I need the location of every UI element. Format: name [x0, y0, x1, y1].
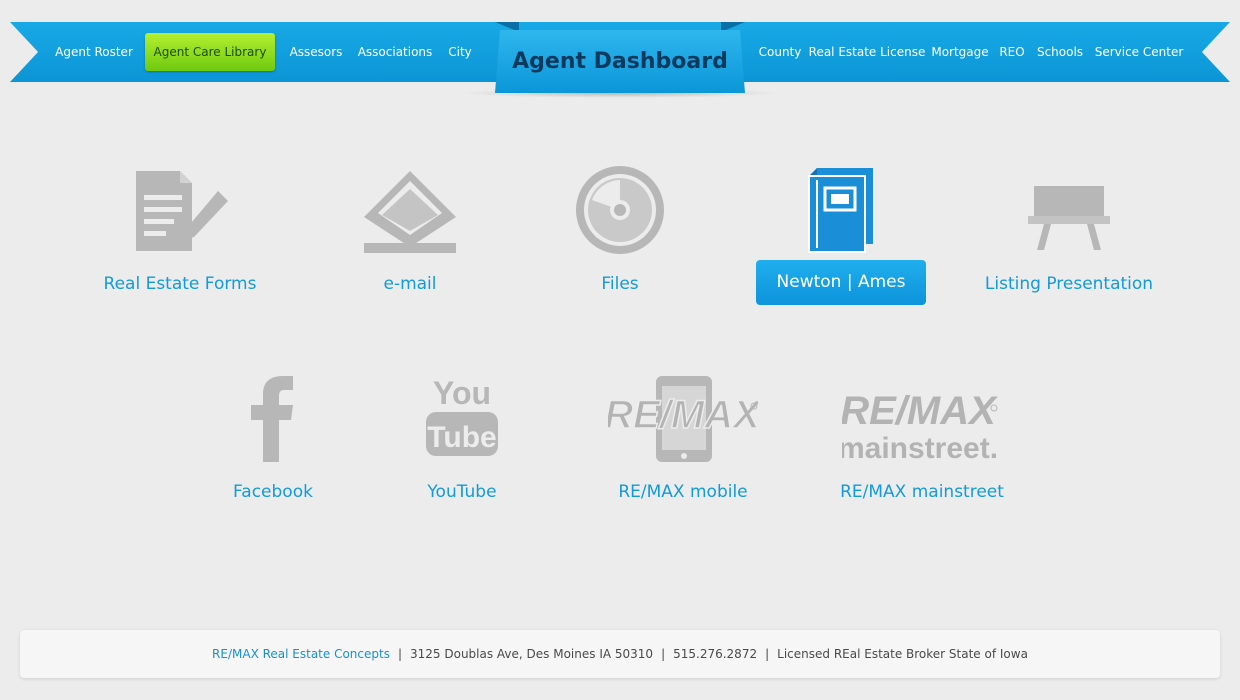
tile-listing-presentation[interactable]: Listing Presentation	[969, 162, 1169, 322]
tile-facebook[interactable]: Facebook	[173, 370, 373, 530]
tile-label: Real Estate Forms	[103, 274, 257, 294]
tile-label: YouTube	[427, 482, 497, 502]
tile-files[interactable]: Files	[520, 162, 720, 322]
document-edit-icon	[100, 162, 260, 258]
tile-label: Listing Presentation	[984, 274, 1154, 294]
footer-separator: |	[661, 647, 666, 661]
footer-separator: |	[765, 647, 770, 661]
nav-service-center[interactable]: Service Center	[1095, 42, 1184, 62]
remax-logo-text: RE/MAX	[608, 393, 758, 437]
nav-city[interactable]: City	[448, 42, 472, 62]
tile-label: Files	[601, 274, 639, 294]
facebook-icon	[193, 370, 353, 466]
footer-brand-link[interactable]: RE/MAX Real Estate Concepts	[212, 647, 390, 661]
youtube-logo-text-you: You	[433, 375, 491, 411]
tile-label: RE/MAX mainstreet	[840, 482, 1004, 502]
nav-county[interactable]: County	[759, 42, 802, 62]
footer-license: Licensed REal Estate Broker State of Iow…	[777, 647, 1028, 661]
tile-label: Facebook	[233, 482, 313, 502]
tile-label: Newton | Ames	[756, 260, 926, 305]
footer-address: 3125 Doublas Ave, Des Moines IA 50310	[410, 647, 654, 661]
disc-icon	[540, 162, 700, 258]
youtube-icon: You Tube	[382, 370, 542, 466]
tile-real-estate-forms[interactable]: Real Estate Forms	[80, 162, 280, 322]
book-icon	[761, 162, 921, 258]
nav-schools[interactable]: Schools	[1037, 42, 1083, 62]
tile-remax-mobile[interactable]: RE/MAX RE/MAX mobile	[583, 370, 783, 530]
tile-remax-mainstreet[interactable]: RE/MAX mainstreet. RE/MAX mainstreet	[822, 370, 1022, 530]
remax-mainstreet-icon: RE/MAX mainstreet.	[842, 370, 1002, 466]
tile-youtube[interactable]: You Tube YouTube	[362, 370, 562, 530]
nav-reo[interactable]: REO	[999, 42, 1024, 62]
remax-mobile-icon: RE/MAX	[603, 370, 763, 466]
nav-associations[interactable]: Associations	[358, 42, 433, 62]
nav-agent-roster[interactable]: Agent Roster	[55, 42, 133, 62]
tile-newton-ames[interactable]: Newton | Ames	[741, 162, 941, 322]
footer-phone: 515.276.2872	[673, 647, 758, 661]
remax-logo-text: RE/MAX	[842, 389, 998, 433]
tile-label: RE/MAX mobile	[618, 482, 748, 502]
footer: RE/MAX Real Estate Concepts | 3125 Doubl…	[20, 630, 1220, 678]
tile-label: e-mail	[383, 274, 437, 294]
nav-agent-care-library[interactable]: Agent Care Library	[145, 33, 275, 71]
page-title: Agent Dashboard	[495, 30, 745, 93]
easel-icon	[989, 162, 1149, 258]
mainstreet-logo-text: mainstreet.	[842, 432, 998, 464]
nav-real-estate-license[interactable]: Real Estate License	[809, 42, 926, 62]
tile-email[interactable]: e-mail	[310, 162, 510, 322]
youtube-logo-text-tube: Tube	[427, 421, 496, 454]
nav-mortgage[interactable]: Mortgage	[931, 42, 988, 62]
envelope-icon	[330, 162, 490, 258]
nav-assesors[interactable]: Assesors	[290, 42, 343, 62]
footer-separator: |	[397, 647, 403, 661]
